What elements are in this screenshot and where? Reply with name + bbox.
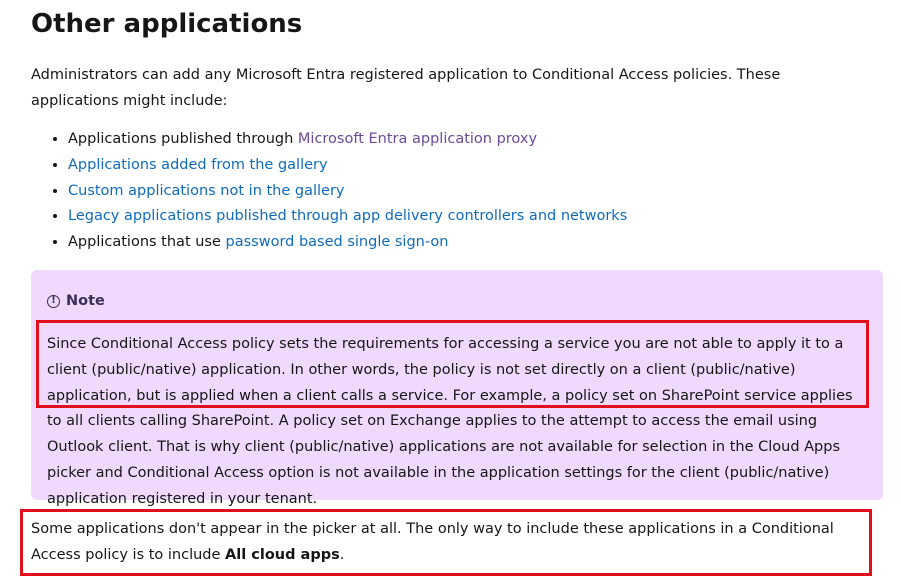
list-item: Applications published through Microsoft…	[68, 127, 627, 153]
entra-app-proxy-link[interactable]: Microsoft Entra application proxy	[298, 131, 537, 147]
password-sso-link[interactable]: password based single sign-on	[226, 234, 449, 250]
note-callout: ! Note Since Conditional Access policy s…	[31, 270, 883, 507]
custom-apps-link[interactable]: Custom applications not in the gallery	[68, 183, 345, 199]
note-title: Note	[66, 293, 105, 309]
list-item: Custom applications not in the gallery	[68, 179, 627, 205]
note-body: Since Conditional Access policy sets the…	[47, 336, 853, 507]
list-item-text: Applications that use	[68, 234, 226, 251]
info-icon: !	[47, 294, 60, 308]
legacy-apps-link[interactable]: Legacy applications published through ap…	[68, 208, 627, 224]
application-list: Applications published through Microsoft…	[31, 127, 627, 256]
list-item: Applications added from the gallery	[68, 153, 627, 179]
closing-text: Some applications don't appear in the pi…	[31, 521, 834, 563]
list-item: Legacy applications published through ap…	[68, 204, 627, 230]
list-item-text: Applications published through	[68, 131, 298, 147]
page-title: Other applications	[31, 9, 303, 39]
note-header: ! Note	[47, 290, 867, 312]
closing-bold: All cloud apps	[225, 547, 340, 563]
list-item: Applications that use password based sin…	[68, 230, 627, 256]
intro-paragraph: Administrators can add any Microsoft Ent…	[31, 67, 781, 109]
closing-paragraph: Some applications don't appear in the pi…	[31, 516, 871, 568]
closing-end: .	[339, 547, 345, 563]
gallery-apps-link[interactable]: Applications added from the gallery	[68, 157, 328, 173]
